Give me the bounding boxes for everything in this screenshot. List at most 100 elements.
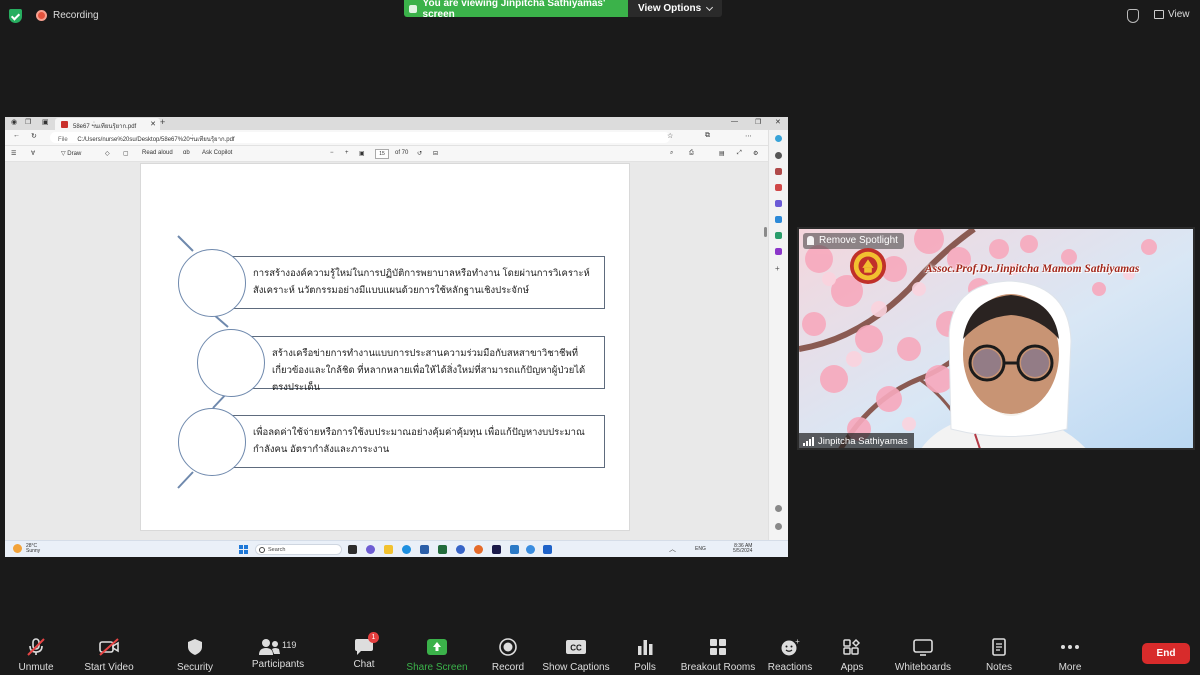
- viewing-banner-text: You are viewing Jinpitcha Sathiyamas' sc…: [422, 0, 606, 20]
- participant-video-tile[interactable]: Remove Spotlight Assoc.Prof.Dr.Jinpitcha…: [797, 227, 1195, 450]
- sidebar-teams-icon[interactable]: [775, 248, 782, 255]
- weather-icon[interactable]: [13, 544, 22, 553]
- end-meeting-button[interactable]: End: [1142, 643, 1190, 664]
- participants-icon: [259, 639, 280, 655]
- rotate-icon[interactable]: ↺: [417, 150, 422, 157]
- browser-profile-icon[interactable]: ◉: [11, 118, 17, 126]
- fullscreen-icon[interactable]: ⤢: [737, 150, 742, 157]
- pdf-file-icon: [61, 121, 68, 128]
- edge-taskbar-icon[interactable]: [402, 545, 411, 554]
- sidebar-add-icon[interactable]: +: [775, 264, 780, 273]
- apps-icon: [843, 638, 861, 655]
- weather-widget[interactable]: 28°C Sunny: [26, 544, 40, 554]
- recording-icon: [36, 10, 47, 21]
- immersive-view-icon[interactable]: [1127, 9, 1139, 23]
- view-options-button[interactable]: View Options: [628, 0, 722, 17]
- security-button[interactable]: Security: [172, 630, 218, 673]
- share-screen-button[interactable]: Share Screen: [406, 630, 468, 673]
- chat-button[interactable]: 1 Chat: [344, 630, 384, 670]
- outlook-taskbar-icon[interactable]: [543, 545, 552, 554]
- back-icon[interactable]: ←: [13, 132, 20, 139]
- view-button[interactable]: View: [1154, 9, 1190, 20]
- new-tab-icon[interactable]: +: [160, 117, 165, 127]
- sidebar-feedback-icon[interactable]: [775, 505, 782, 512]
- taskbar-clock[interactable]: 8:36 AM 5/5/2024: [733, 544, 752, 554]
- pdf-toolbar: ☰ ∀ ▽ Draw ◇ ▢ Read aloud ɑb Ask Copilot…: [5, 145, 788, 162]
- translate-icon[interactable]: ɑb: [183, 150, 190, 156]
- close-tab-icon[interactable]: ✕: [150, 120, 156, 128]
- highlight-icon[interactable]: ∀: [31, 150, 35, 157]
- save-icon[interactable]: ▤: [719, 150, 725, 157]
- sidebar-search-icon[interactable]: [775, 152, 782, 159]
- terminal-icon[interactable]: [492, 545, 501, 554]
- sidebar-outlook-icon[interactable]: [775, 232, 782, 239]
- maximize-window-icon[interactable]: ❐: [755, 118, 761, 126]
- url-field[interactable]: File C:/Users/nurse%20su/Desktop/58e67%2…: [50, 132, 670, 143]
- search-icon[interactable]: ⌕: [670, 150, 673, 157]
- sidebar-settings-icon[interactable]: [775, 523, 782, 530]
- participants-button[interactable]: 119 Participants: [248, 630, 308, 670]
- pdf-settings-icon[interactable]: ⚙: [753, 150, 758, 157]
- breakout-rooms-label: Breakout Rooms: [680, 662, 756, 673]
- excel-icon[interactable]: [438, 545, 447, 554]
- more-dots-icon: [1061, 645, 1079, 649]
- encryption-shield-icon[interactable]: [9, 9, 22, 23]
- fit-page-icon[interactable]: ▣: [359, 150, 365, 157]
- notes-button[interactable]: Notes: [978, 630, 1020, 673]
- erase-icon[interactable]: ◇: [105, 150, 110, 157]
- more-label: More: [1058, 662, 1082, 673]
- apps-button[interactable]: Apps: [834, 630, 870, 673]
- minimize-window-icon[interactable]: —: [731, 118, 738, 125]
- sidebar-office-icon[interactable]: [775, 216, 782, 223]
- file-explorer-icon[interactable]: [384, 545, 393, 554]
- store-icon[interactable]: [420, 545, 429, 554]
- read-aloud-button[interactable]: Read aloud: [142, 150, 173, 156]
- browser-tab-pdf[interactable]: 58e67 ฯ่นเทียนรุ้ยาก.pdf ✕: [55, 118, 160, 130]
- zoom-in-icon[interactable]: +: [345, 150, 349, 156]
- taskbar-search-input[interactable]: Search: [255, 544, 342, 555]
- copilot-taskbar-icon[interactable]: [366, 545, 375, 554]
- ask-copilot-button[interactable]: Ask Copilot: [202, 150, 232, 156]
- tab-groups-icon[interactable]: ▣: [42, 118, 49, 126]
- sidebar-tools-icon[interactable]: [775, 168, 782, 175]
- refresh-icon[interactable]: ↻: [31, 132, 37, 140]
- close-window-icon[interactable]: ✕: [775, 118, 781, 126]
- windows-start-icon[interactable]: [239, 545, 248, 554]
- svg-text:+: +: [795, 638, 800, 646]
- start-video-button[interactable]: Start Video: [80, 630, 138, 673]
- tray-chevron-icon[interactable]: ︿: [669, 544, 676, 554]
- pdf-scrollbar[interactable]: [764, 227, 767, 237]
- draw-button[interactable]: ▽ Draw: [61, 150, 81, 157]
- firefox-icon[interactable]: [474, 545, 483, 554]
- reactions-button[interactable]: + Reactions: [766, 630, 814, 673]
- page-view-icon[interactable]: ▢: [123, 150, 129, 157]
- favorite-star-icon[interactable]: ☆: [667, 132, 673, 140]
- connector-line-bottom: [177, 471, 194, 489]
- show-captions-button[interactable]: CC Show Captions: [542, 630, 610, 673]
- print-icon[interactable]: ⎙: [689, 150, 694, 157]
- whiteboards-label: Whiteboards: [894, 662, 952, 673]
- language-indicator[interactable]: ENG: [695, 546, 706, 552]
- page-number-input[interactable]: 15: [375, 149, 389, 159]
- contents-icon[interactable]: ☰: [11, 150, 16, 157]
- two-page-icon[interactable]: ⊟: [433, 150, 438, 157]
- sidebar-games-icon[interactable]: [775, 200, 782, 207]
- whiteboards-button[interactable]: Whiteboards: [892, 630, 954, 673]
- zoom-taskbar-icon[interactable]: [456, 545, 465, 554]
- zoom-out-icon[interactable]: −: [330, 150, 334, 156]
- more-button[interactable]: More: [1050, 630, 1090, 673]
- chrome-icon[interactable]: [526, 545, 535, 554]
- polls-button[interactable]: Polls: [625, 630, 665, 673]
- record-button[interactable]: Record: [488, 630, 528, 673]
- tab-actions-icon[interactable]: ❐: [25, 118, 31, 126]
- browser-menu-icon[interactable]: ⋯: [745, 132, 752, 140]
- slide-text-box-1: การสร้างองค์ความรู้ใหม่ในการปฏิบัติการพย…: [232, 256, 605, 309]
- extensions-icon[interactable]: ⧉: [705, 132, 710, 140]
- task-view-icon[interactable]: [348, 545, 357, 554]
- shared-screen[interactable]: ◉ ❐ ▣ 58e67 ฯ่นเทียนรุ้ยาก.pdf ✕ + — ❐ ✕…: [5, 117, 788, 557]
- sidebar-shopping-icon[interactable]: [775, 184, 782, 191]
- copilot-icon[interactable]: [775, 135, 782, 142]
- breakout-rooms-button[interactable]: Breakout Rooms: [680, 630, 756, 673]
- word-icon[interactable]: [510, 545, 519, 554]
- unmute-button[interactable]: Unmute: [14, 630, 58, 673]
